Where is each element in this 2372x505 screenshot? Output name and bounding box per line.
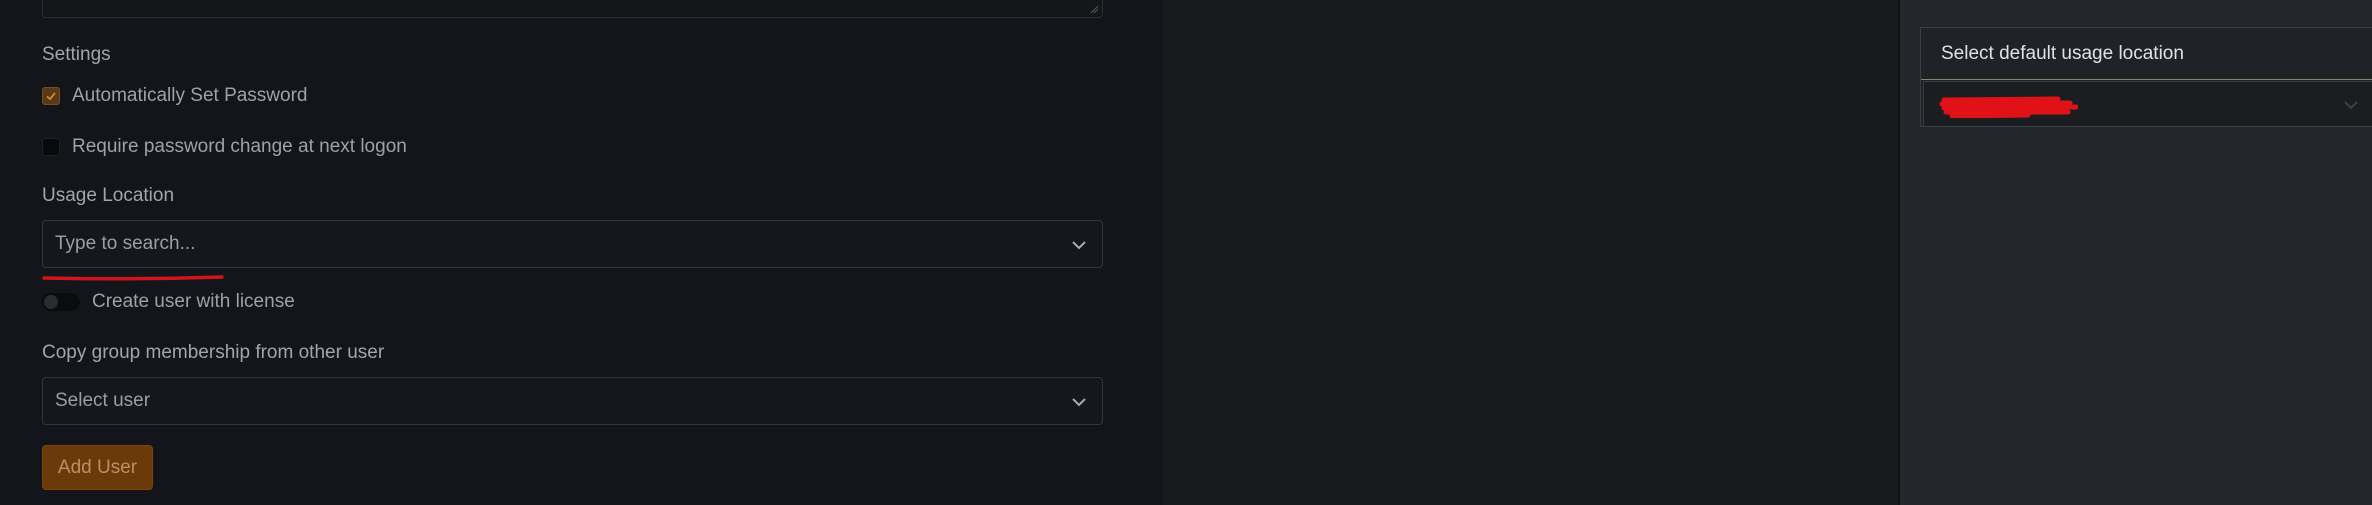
check-icon: [46, 92, 56, 101]
license-label: Create user with license: [92, 291, 295, 312]
copy-group-label: Copy group membership from other user: [42, 342, 385, 363]
add-user-button[interactable]: Add User: [42, 445, 153, 490]
usage-location-placeholder: Type to search...: [55, 233, 196, 254]
auto-password-checkbox[interactable]: [42, 87, 60, 105]
toggle-knob: [44, 295, 58, 309]
usage-location-label: Usage Location: [42, 185, 175, 206]
default-location-select[interactable]: [1923, 81, 2372, 127]
auto-password-label: Automatically Set Password: [72, 85, 308, 106]
app-root: Settings Automatically Set Password Requ…: [0, 0, 2372, 505]
middle-background: [1163, 0, 1898, 505]
chevron-down-icon[interactable]: [1070, 393, 1088, 411]
require-change-checkbox[interactable]: [42, 138, 60, 156]
add-user-form: Settings Automatically Set Password Requ…: [0, 0, 1163, 505]
copy-group-select[interactable]: Select user: [42, 377, 1103, 425]
usage-location-search[interactable]: Type to search...: [42, 220, 1103, 268]
chevron-down-icon[interactable]: [1070, 236, 1088, 254]
default-location-header: Select default usage location: [1921, 28, 2372, 80]
license-toggle-row[interactable]: Create user with license: [42, 291, 295, 313]
auto-password-row[interactable]: Automatically Set Password: [42, 85, 308, 107]
require-change-label: Require password change at next logon: [72, 136, 407, 157]
settings-heading: Settings: [42, 44, 111, 65]
license-toggle[interactable]: [42, 293, 80, 311]
resize-grip-icon[interactable]: [1089, 4, 1099, 14]
require-change-row[interactable]: Require password change at next logon: [42, 136, 407, 158]
notes-textarea[interactable]: [42, 0, 1103, 18]
chevron-down-icon[interactable]: [2342, 96, 2360, 114]
copy-group-placeholder: Select user: [55, 390, 151, 411]
red-underline-annotation: [42, 275, 224, 281]
redaction-scribble: [1939, 96, 2078, 118]
default-location-card: Select default usage location: [1920, 27, 2372, 127]
